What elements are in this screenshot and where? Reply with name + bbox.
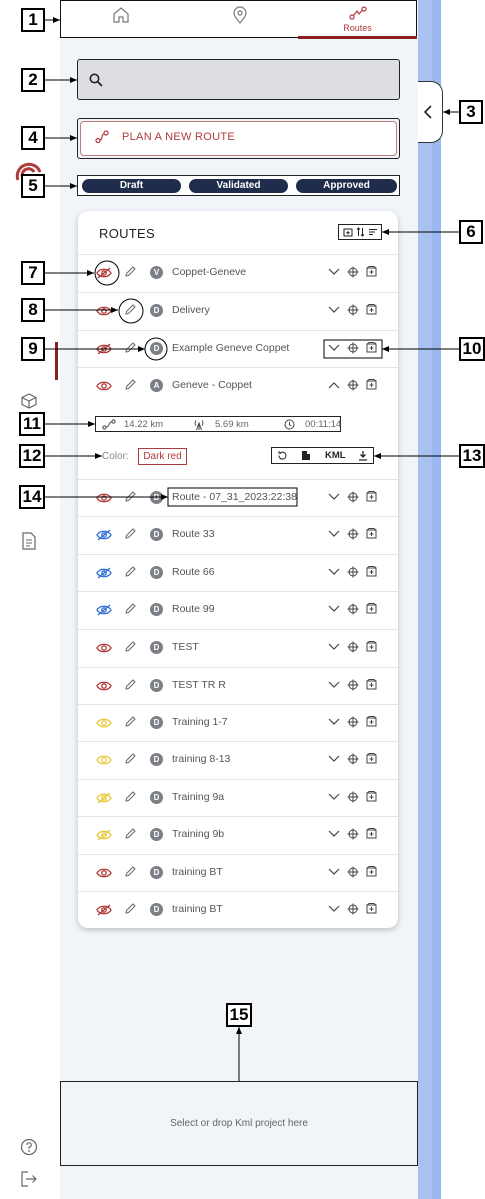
callout-4: 4 [21,126,45,150]
callout-2: 2 [21,68,45,92]
callout-13: 13 [459,444,485,468]
callout-6: 6 [459,220,483,244]
callout-14: 14 [19,485,45,509]
callout-9: 9 [21,337,45,361]
callout-8: 8 [21,298,45,322]
callout-10: 10 [459,337,485,361]
callout-5: 5 [21,174,45,198]
callout-1: 1 [21,8,45,32]
callout-12: 12 [19,444,45,468]
callout-11: 11 [19,412,45,436]
callout-15: 15 [226,1003,252,1027]
callout-3: 3 [459,100,483,124]
callout-7: 7 [21,261,45,285]
